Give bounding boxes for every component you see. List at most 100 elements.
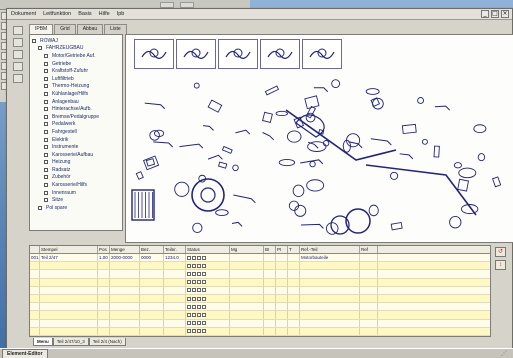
table-cell[interactable] (230, 278, 264, 286)
expand-icon[interactable] (44, 160, 48, 165)
table-cell[interactable] (230, 327, 264, 335)
table-cell[interactable] (98, 286, 110, 294)
expand-icon[interactable] (44, 190, 48, 195)
tab-ipbm[interactable]: IPBM (29, 24, 54, 34)
checkbox[interactable] (197, 321, 201, 326)
expand-icon[interactable] (44, 183, 48, 188)
table-cell[interactable] (164, 303, 186, 311)
table-row[interactable] (30, 278, 490, 287)
expand-icon[interactable] (44, 61, 48, 66)
table-cell[interactable] (360, 303, 378, 311)
table-cell[interactable] (360, 319, 378, 327)
expand-icon[interactable] (32, 38, 36, 43)
minimize-button[interactable]: _ (481, 10, 489, 18)
checkbox[interactable] (202, 312, 206, 317)
table-cell[interactable] (186, 254, 230, 262)
tab-abbau[interactable]: Abbau (76, 24, 104, 34)
tree-item[interactable]: Motor/Getriebe Auf. (32, 52, 120, 60)
table-cell[interactable] (264, 303, 276, 311)
column-header[interactable]: Menge (110, 246, 140, 253)
table-cell[interactable] (40, 311, 98, 319)
column-header[interactable]: T (288, 246, 300, 253)
expand-icon[interactable] (44, 137, 48, 142)
search-icon[interactable] (13, 74, 23, 83)
checkbox[interactable] (192, 312, 196, 317)
tree-item[interactable]: Innenraum (32, 189, 120, 197)
menu-dokument[interactable]: Dokument (11, 11, 36, 17)
checkbox[interactable] (202, 329, 206, 334)
parts-table[interactable]: Stempel Pos Menge Bez. Teilnr. Status Mg BI PI T R… (29, 245, 491, 337)
column-header[interactable]: Stempel (40, 246, 98, 253)
menu-leitfunktion[interactable]: Leitfunktion (43, 11, 71, 17)
table-cell[interactable] (288, 295, 300, 303)
checkbox[interactable] (197, 329, 201, 334)
table-cell[interactable] (110, 319, 140, 327)
table-cell[interactable] (140, 262, 164, 270)
table-cell[interactable] (264, 270, 276, 278)
table-cell[interactable] (30, 295, 40, 303)
checkbox[interactable] (192, 304, 196, 309)
table-cell[interactable] (30, 262, 40, 270)
table-cell[interactable] (140, 270, 164, 278)
menu-ipb[interactable]: Ipb (117, 11, 125, 17)
table-cell[interactable] (98, 327, 110, 335)
table-cell[interactable] (186, 270, 230, 278)
expand-icon[interactable] (44, 84, 48, 89)
table-cell[interactable] (230, 311, 264, 319)
table-cell[interactable] (40, 295, 98, 303)
table-cell[interactable] (40, 278, 98, 286)
checkbox[interactable] (187, 312, 191, 317)
sort-icon[interactable]: ↕ (495, 260, 506, 270)
table-cell[interactable] (164, 262, 186, 270)
expand-icon[interactable] (44, 152, 48, 157)
table-cell[interactable] (360, 327, 378, 335)
table-cell[interactable]: 0000 (140, 254, 164, 262)
copy-icon[interactable] (13, 62, 23, 71)
expand-icon[interactable] (44, 91, 48, 96)
table-cell[interactable] (110, 327, 140, 335)
table-cell[interactable] (140, 327, 164, 335)
expand-icon[interactable] (44, 175, 48, 180)
table-cell[interactable] (98, 311, 110, 319)
table-cell[interactable] (230, 286, 264, 294)
table-cell[interactable] (264, 278, 276, 286)
menu-basis[interactable]: Basis (78, 11, 91, 17)
table-cell[interactable] (360, 270, 378, 278)
table-cell[interactable] (276, 319, 288, 327)
checkbox[interactable] (202, 288, 206, 293)
checkbox[interactable] (187, 263, 191, 268)
table-cell[interactable] (98, 303, 110, 311)
expand-icon[interactable] (44, 107, 48, 112)
table-cell[interactable] (276, 311, 288, 319)
checkbox[interactable] (192, 255, 196, 260)
table-cell[interactable] (140, 303, 164, 311)
table-cell[interactable] (30, 303, 40, 311)
checkbox[interactable] (192, 280, 196, 285)
table-cell[interactable] (30, 286, 40, 294)
checkbox[interactable] (202, 255, 206, 260)
table-cell[interactable] (140, 278, 164, 286)
checkbox[interactable] (187, 271, 191, 276)
checkbox[interactable] (197, 255, 201, 260)
checkbox[interactable] (192, 263, 196, 268)
expand-icon[interactable] (44, 122, 48, 127)
expand-icon[interactable] (44, 129, 48, 134)
table-cell[interactable] (300, 319, 360, 327)
table-cell[interactable] (288, 303, 300, 311)
table-cell[interactable] (360, 286, 378, 294)
table-cell[interactable]: 1.00 (98, 254, 110, 262)
checkbox[interactable] (202, 321, 206, 326)
column-header[interactable]: Bez. (140, 246, 164, 253)
checkbox[interactable] (202, 263, 206, 268)
expand-icon[interactable] (44, 69, 48, 74)
column-header[interactable]: Pos (98, 246, 110, 253)
checkbox[interactable] (187, 321, 191, 326)
print-icon[interactable] (13, 50, 23, 59)
table-cell[interactable] (110, 286, 140, 294)
table-cell[interactable] (300, 295, 360, 303)
expand-icon[interactable] (38, 46, 42, 51)
table-row[interactable] (30, 295, 490, 304)
tree-item[interactable]: Karosserie/Aufbau (32, 151, 120, 159)
table-cell[interactable] (288, 327, 300, 335)
save-icon[interactable] (13, 38, 23, 47)
